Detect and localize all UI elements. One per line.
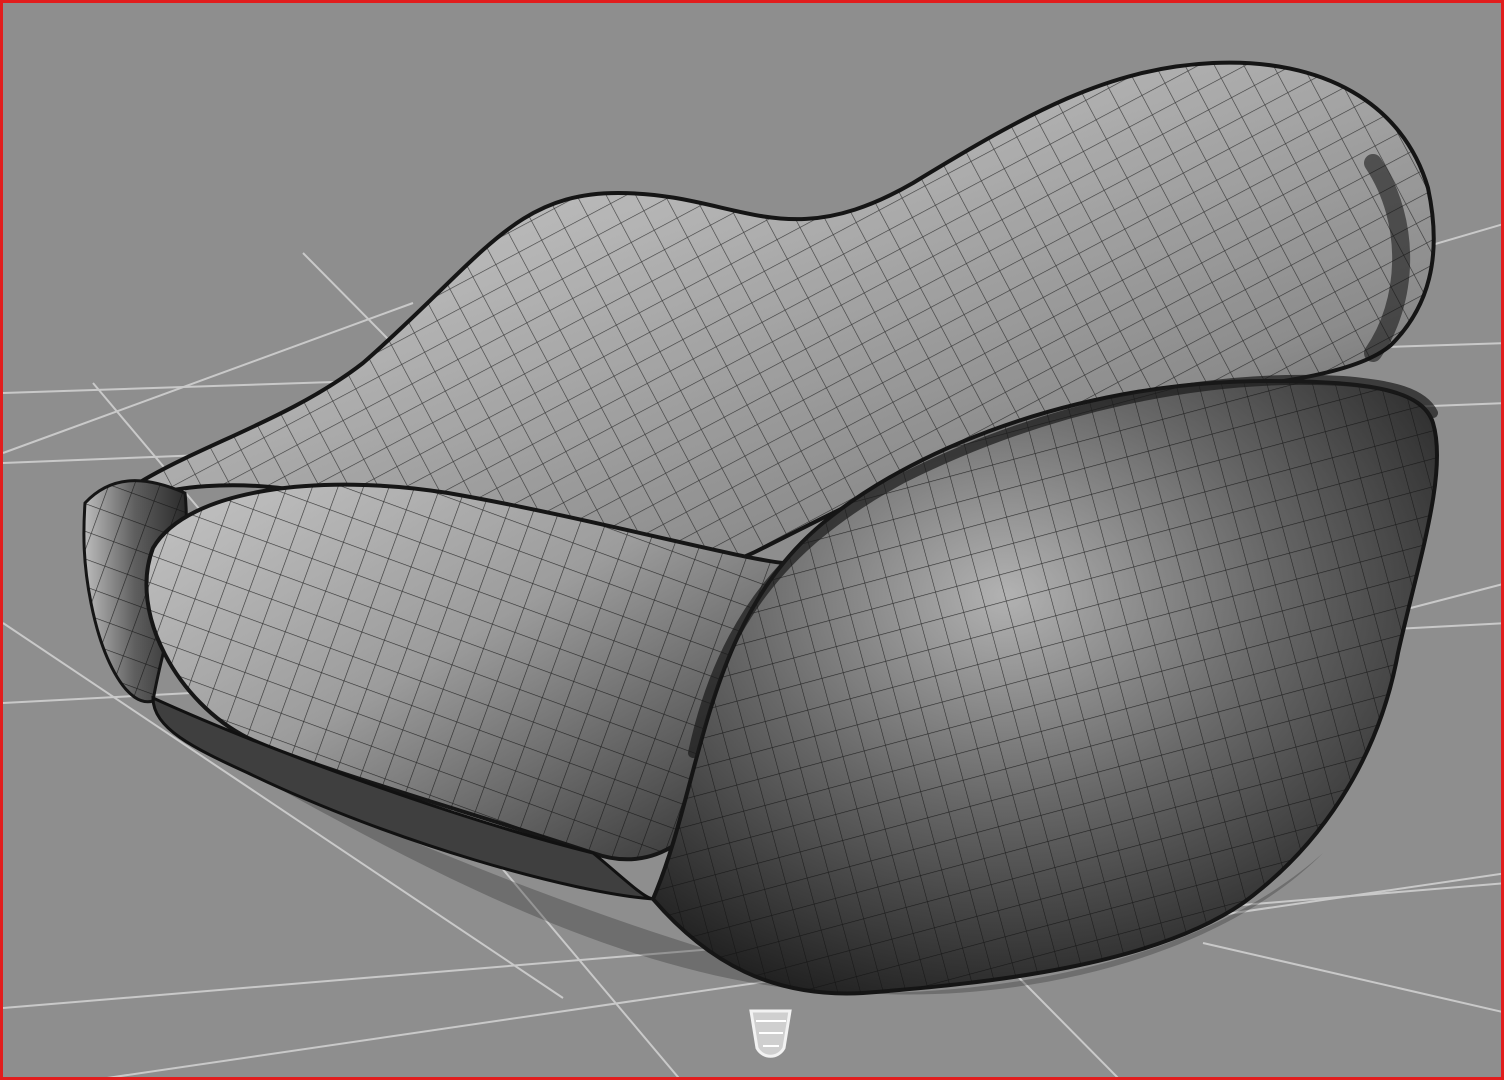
viewport-scene[interactable] xyxy=(3,3,1504,1080)
3d-viewport[interactable] xyxy=(0,0,1504,1080)
sofa-model[interactable] xyxy=(63,43,1463,1058)
sofa-leg[interactable] xyxy=(749,1009,792,1058)
